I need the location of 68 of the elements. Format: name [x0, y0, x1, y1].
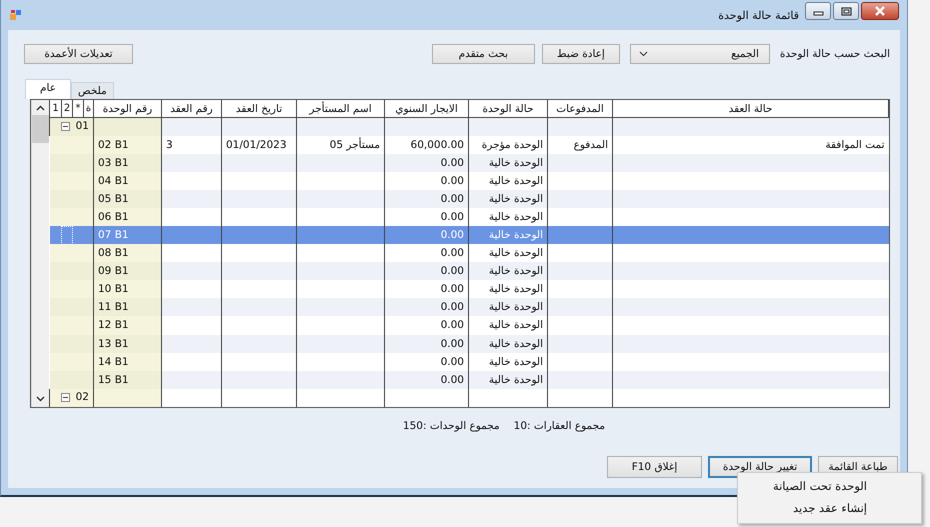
- menu-item[interactable]: الوحدة تحت الصيانة: [738, 476, 921, 498]
- column-header[interactable]: 1: [50, 100, 62, 118]
- status-dropdown[interactable]: الجميع: [630, 44, 770, 64]
- table-cell: 14 B1: [94, 352, 162, 371]
- table-cell: الوحدة خالية: [468, 262, 548, 280]
- action-button[interactable]: إغلاق F10: [607, 456, 702, 478]
- table-cell: 07 B1: [94, 226, 162, 244]
- table-cell: الوحدة خالية: [468, 370, 548, 389]
- table-cell: 09 B1: [94, 262, 162, 280]
- collapse-icon[interactable]: [60, 392, 70, 402]
- menu-item[interactable]: إنشاء عقد جديد: [738, 498, 921, 520]
- column-header[interactable]: 2: [62, 100, 72, 118]
- scroll-up-icon[interactable]: [36, 105, 45, 111]
- column-settings-button[interactable]: تعديلات الأعمدة: [24, 44, 133, 64]
- chevron-down-icon: [638, 51, 648, 57]
- table-cell: 03 B1: [94, 154, 162, 172]
- column-header[interactable]: حالة الوحدة: [468, 100, 548, 118]
- table-cell: 0.00: [384, 190, 468, 208]
- table-cell: 06 B1: [94, 208, 162, 226]
- table-cell: 04 B1: [94, 172, 162, 190]
- restore-button[interactable]: [833, 2, 859, 20]
- table-cell: الوحدة خالية: [468, 334, 548, 353]
- table-cell: 02 B1: [94, 136, 162, 154]
- table-cell: 10 B1: [94, 280, 162, 298]
- column-header[interactable]: المدفوعات: [548, 100, 612, 118]
- column-header[interactable]: *: [72, 100, 84, 118]
- scroll-thumb[interactable]: [32, 115, 49, 143]
- collapse-icon[interactable]: [60, 122, 70, 131]
- table-cell: الوحدة خالية: [468, 154, 548, 172]
- column-header[interactable]: رقم العقد: [162, 100, 222, 118]
- action-button[interactable]: إعادة ضبط: [542, 44, 620, 64]
- table-cell: 15 B1: [94, 370, 162, 389]
- scrollbar[interactable]: [31, 100, 49, 407]
- column-header[interactable]: ة: [84, 100, 94, 118]
- filter-label: البحث حسب حالة الوحدة: [780, 48, 890, 60]
- group-label: 02: [76, 391, 89, 404]
- table-cell: الوحدة خالية: [468, 298, 548, 316]
- table-cell: 13 B1: [94, 334, 162, 353]
- column-header[interactable]: رقم الوحدة: [94, 100, 162, 118]
- window-title: قائمة حالة الوحدة: [718, 8, 799, 22]
- minimize-button[interactable]: [805, 2, 831, 20]
- column-header[interactable]: اسم المستأجر: [296, 100, 384, 118]
- tab[interactable]: عام: [25, 79, 71, 99]
- table-cell: 0.00: [384, 370, 468, 389]
- tab[interactable]: ملخص: [71, 82, 114, 99]
- column-header[interactable]: تاريخ العقد: [222, 100, 296, 118]
- table-cell: 0.00: [384, 226, 468, 244]
- table-cell: 05 B1: [94, 190, 162, 208]
- table-cell: 0.00: [384, 262, 468, 280]
- table-cell: 0.00: [384, 154, 468, 172]
- table-cell: 11 B1: [94, 298, 162, 316]
- table-cell: الوحدة خالية: [468, 226, 548, 244]
- scroll-down-icon[interactable]: [36, 396, 45, 402]
- action-button[interactable]: بحث متقدم: [432, 44, 535, 64]
- restore-icon: [840, 6, 852, 16]
- column-header[interactable]: حالة العقد: [612, 100, 888, 118]
- table-cell: 12 B1: [94, 316, 162, 335]
- close-button[interactable]: [861, 2, 899, 20]
- group-label: 01: [76, 120, 89, 132]
- table-cell: الوحدة خالية: [468, 190, 548, 208]
- app-icon: [9, 8, 23, 22]
- total-text: مجموع العقارات :10: [514, 420, 605, 432]
- table-cell: 0.00: [384, 298, 468, 316]
- column-header[interactable]: الايجار السنوي: [384, 100, 468, 118]
- table-cell: 0.00: [384, 334, 468, 353]
- table-cell: 08 B1: [94, 244, 162, 262]
- close-icon: [874, 6, 886, 16]
- total-text: مجموع الوحدات :150: [402, 420, 500, 432]
